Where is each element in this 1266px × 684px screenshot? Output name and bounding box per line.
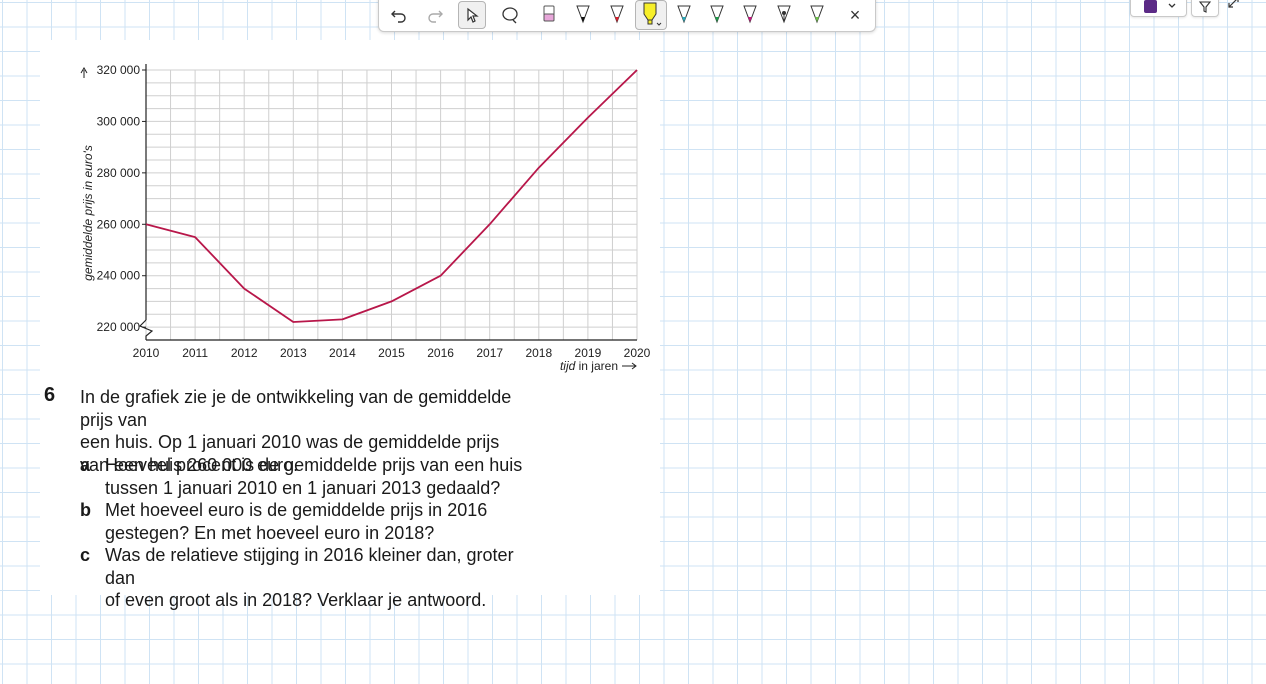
filter-icon — [1198, 1, 1212, 13]
question-letter: a — [80, 455, 91, 475]
pen-lightgreen-icon[interactable] — [803, 1, 831, 29]
question-line: Was de relatieve stijging in 2016 kleine… — [105, 545, 514, 588]
question-line: of even groot als in 2018? Verklaar je a… — [105, 590, 487, 611]
question-text: Hoeveel procent is de gemiddelde prijs v… — [105, 454, 525, 499]
x-tick-label: 2016 — [427, 346, 454, 360]
highlighter-yellow-icon[interactable] — [635, 0, 667, 30]
x-tick-label: 2020 — [624, 346, 651, 360]
color-dropdown-icon[interactable] — [1167, 1, 1177, 11]
y-axis-label: gemiddelde prijs in euro's — [81, 145, 95, 281]
x-tick-label: 2018 — [525, 346, 552, 360]
pen-fountain-icon[interactable] — [770, 1, 798, 29]
filter-button[interactable] — [1191, 0, 1219, 17]
select-arrow-icon[interactable] — [458, 1, 486, 29]
x-axis-arrow-icon — [622, 362, 637, 370]
close-icon[interactable]: × — [841, 1, 869, 29]
chart-axes — [138, 64, 637, 341]
question-text: Was de relatieve stijging in 2016 kleine… — [105, 544, 525, 612]
y-tick-label: 220 000 — [97, 320, 141, 334]
x-tick-label: 2011 — [182, 346, 208, 360]
y-tick-label: 260 000 — [97, 217, 141, 231]
expand-icon[interactable] — [1226, 0, 1242, 10]
x-tick-label: 2015 — [378, 346, 405, 360]
question-letter: c — [80, 545, 91, 565]
x-tick-label: 2013 — [280, 346, 307, 360]
house-price-chart: 220 000 240 000 260 000 280 000 300 000 320 0… — [80, 63, 651, 373]
pen-teal-icon[interactable] — [670, 1, 698, 29]
intro-line: In de grafiek zie je de ontwikkeling van… — [80, 387, 512, 430]
exercise-number: 6 — [44, 384, 56, 406]
pen-black-icon[interactable] — [569, 1, 597, 29]
chart-grid — [145, 69, 638, 340]
color-swatch — [1144, 0, 1157, 13]
pen-pink-icon[interactable] — [736, 1, 764, 29]
undo-icon[interactable] — [385, 1, 413, 29]
pen-red-icon[interactable] — [603, 1, 631, 29]
question-text: Met hoeveel euro is de gemiddelde prijs … — [105, 499, 525, 544]
eraser-icon[interactable] — [535, 1, 563, 29]
question-line: tussen 1 januari 2010 en 1 januari 2013 … — [105, 477, 501, 498]
question-letter: b — [80, 500, 91, 520]
x-tick-label: 2019 — [575, 346, 602, 360]
intro-line: een huis. Op 1 januari 2010 was de gemid… — [80, 432, 500, 453]
redo-icon[interactable] — [421, 1, 449, 29]
y-axis-arrow-icon — [80, 67, 88, 78]
y-tick-label: 240 000 — [97, 269, 141, 283]
x-tick-label: 2010 — [133, 346, 160, 360]
ink-toolbar: × — [378, 0, 876, 32]
color-picker[interactable] — [1130, 0, 1187, 17]
question-line: gestegen? En met hoeveel euro in 2018? — [105, 522, 435, 543]
x-tick-label: 2014 — [329, 346, 356, 360]
x-tick-label: 2012 — [231, 346, 258, 360]
y-tick-label: 300 000 — [97, 114, 141, 128]
pen-green-icon[interactable] — [703, 1, 731, 29]
x-axis-label: tijd in jaren — [560, 359, 618, 373]
question-line: Met hoeveel euro is de gemiddelde prijs … — [105, 500, 488, 520]
y-tick-label: 320 000 — [97, 63, 141, 77]
question-line: Hoeveel procent is de gemiddelde prijs v… — [105, 455, 523, 475]
lasso-icon[interactable] — [496, 1, 524, 29]
x-tick-label: 2017 — [476, 346, 503, 360]
y-tick-label: 280 000 — [97, 166, 141, 180]
